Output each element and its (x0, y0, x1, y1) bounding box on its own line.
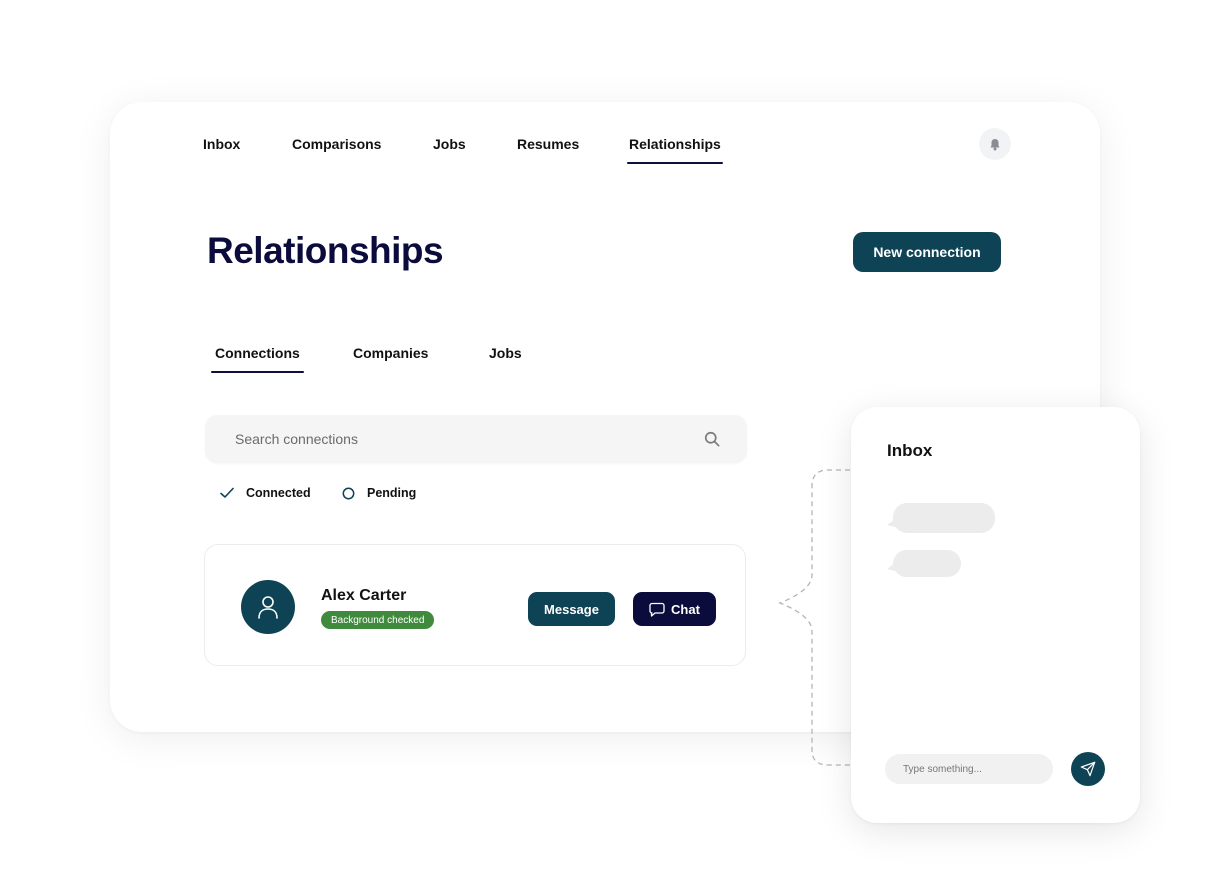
chat-message-input[interactable] (885, 754, 1053, 784)
avatar (241, 580, 295, 634)
person-name: Alex Carter (321, 587, 407, 604)
tab-connections[interactable]: Connections (211, 345, 304, 373)
bell-icon (990, 138, 1000, 150)
search-icon[interactable] (702, 429, 722, 449)
status-badge: Background checked (321, 611, 435, 629)
filter-connected-label: Connected (246, 486, 311, 500)
nav-item-inbox[interactable]: Inbox (203, 136, 240, 152)
tab-companies[interactable]: Companies (353, 345, 428, 361)
top-nav: Inbox Comparisons Jobs Resumes Relations… (110, 102, 1100, 182)
dashed-connector (778, 469, 850, 766)
circle-icon (342, 487, 355, 499)
connection-card: Alex Carter Background checked Message C… (204, 544, 746, 666)
message-button[interactable]: Message (528, 592, 615, 626)
chat-bubble-icon (649, 602, 665, 617)
filter-connected[interactable]: Connected (220, 486, 311, 500)
new-connection-button[interactable]: New connection (853, 232, 1001, 272)
search-box (205, 415, 747, 463)
search-input[interactable] (235, 415, 675, 463)
send-icon (1080, 761, 1096, 777)
message-bubble (887, 503, 995, 533)
nav-item-relationships[interactable]: Relationships (627, 136, 723, 164)
inbox-panel: Inbox (851, 407, 1140, 823)
tab-jobs[interactable]: Jobs (489, 345, 522, 361)
inbox-title: Inbox (887, 441, 933, 460)
chat-button-label: Chat (671, 601, 700, 617)
nav-item-comparisons[interactable]: Comparisons (292, 136, 381, 152)
nav-item-resumes[interactable]: Resumes (517, 136, 579, 152)
user-icon (258, 596, 278, 619)
filter-pending-label: Pending (367, 486, 417, 500)
send-button[interactable] (1071, 752, 1105, 786)
chat-button[interactable]: Chat (633, 592, 716, 626)
nav-item-jobs[interactable]: Jobs (433, 136, 466, 152)
message-bubble (887, 550, 961, 577)
filter-pending[interactable]: Pending (342, 486, 416, 500)
check-icon (220, 487, 234, 498)
page-title: Relationships (207, 230, 444, 271)
notifications-button[interactable] (979, 128, 1011, 160)
